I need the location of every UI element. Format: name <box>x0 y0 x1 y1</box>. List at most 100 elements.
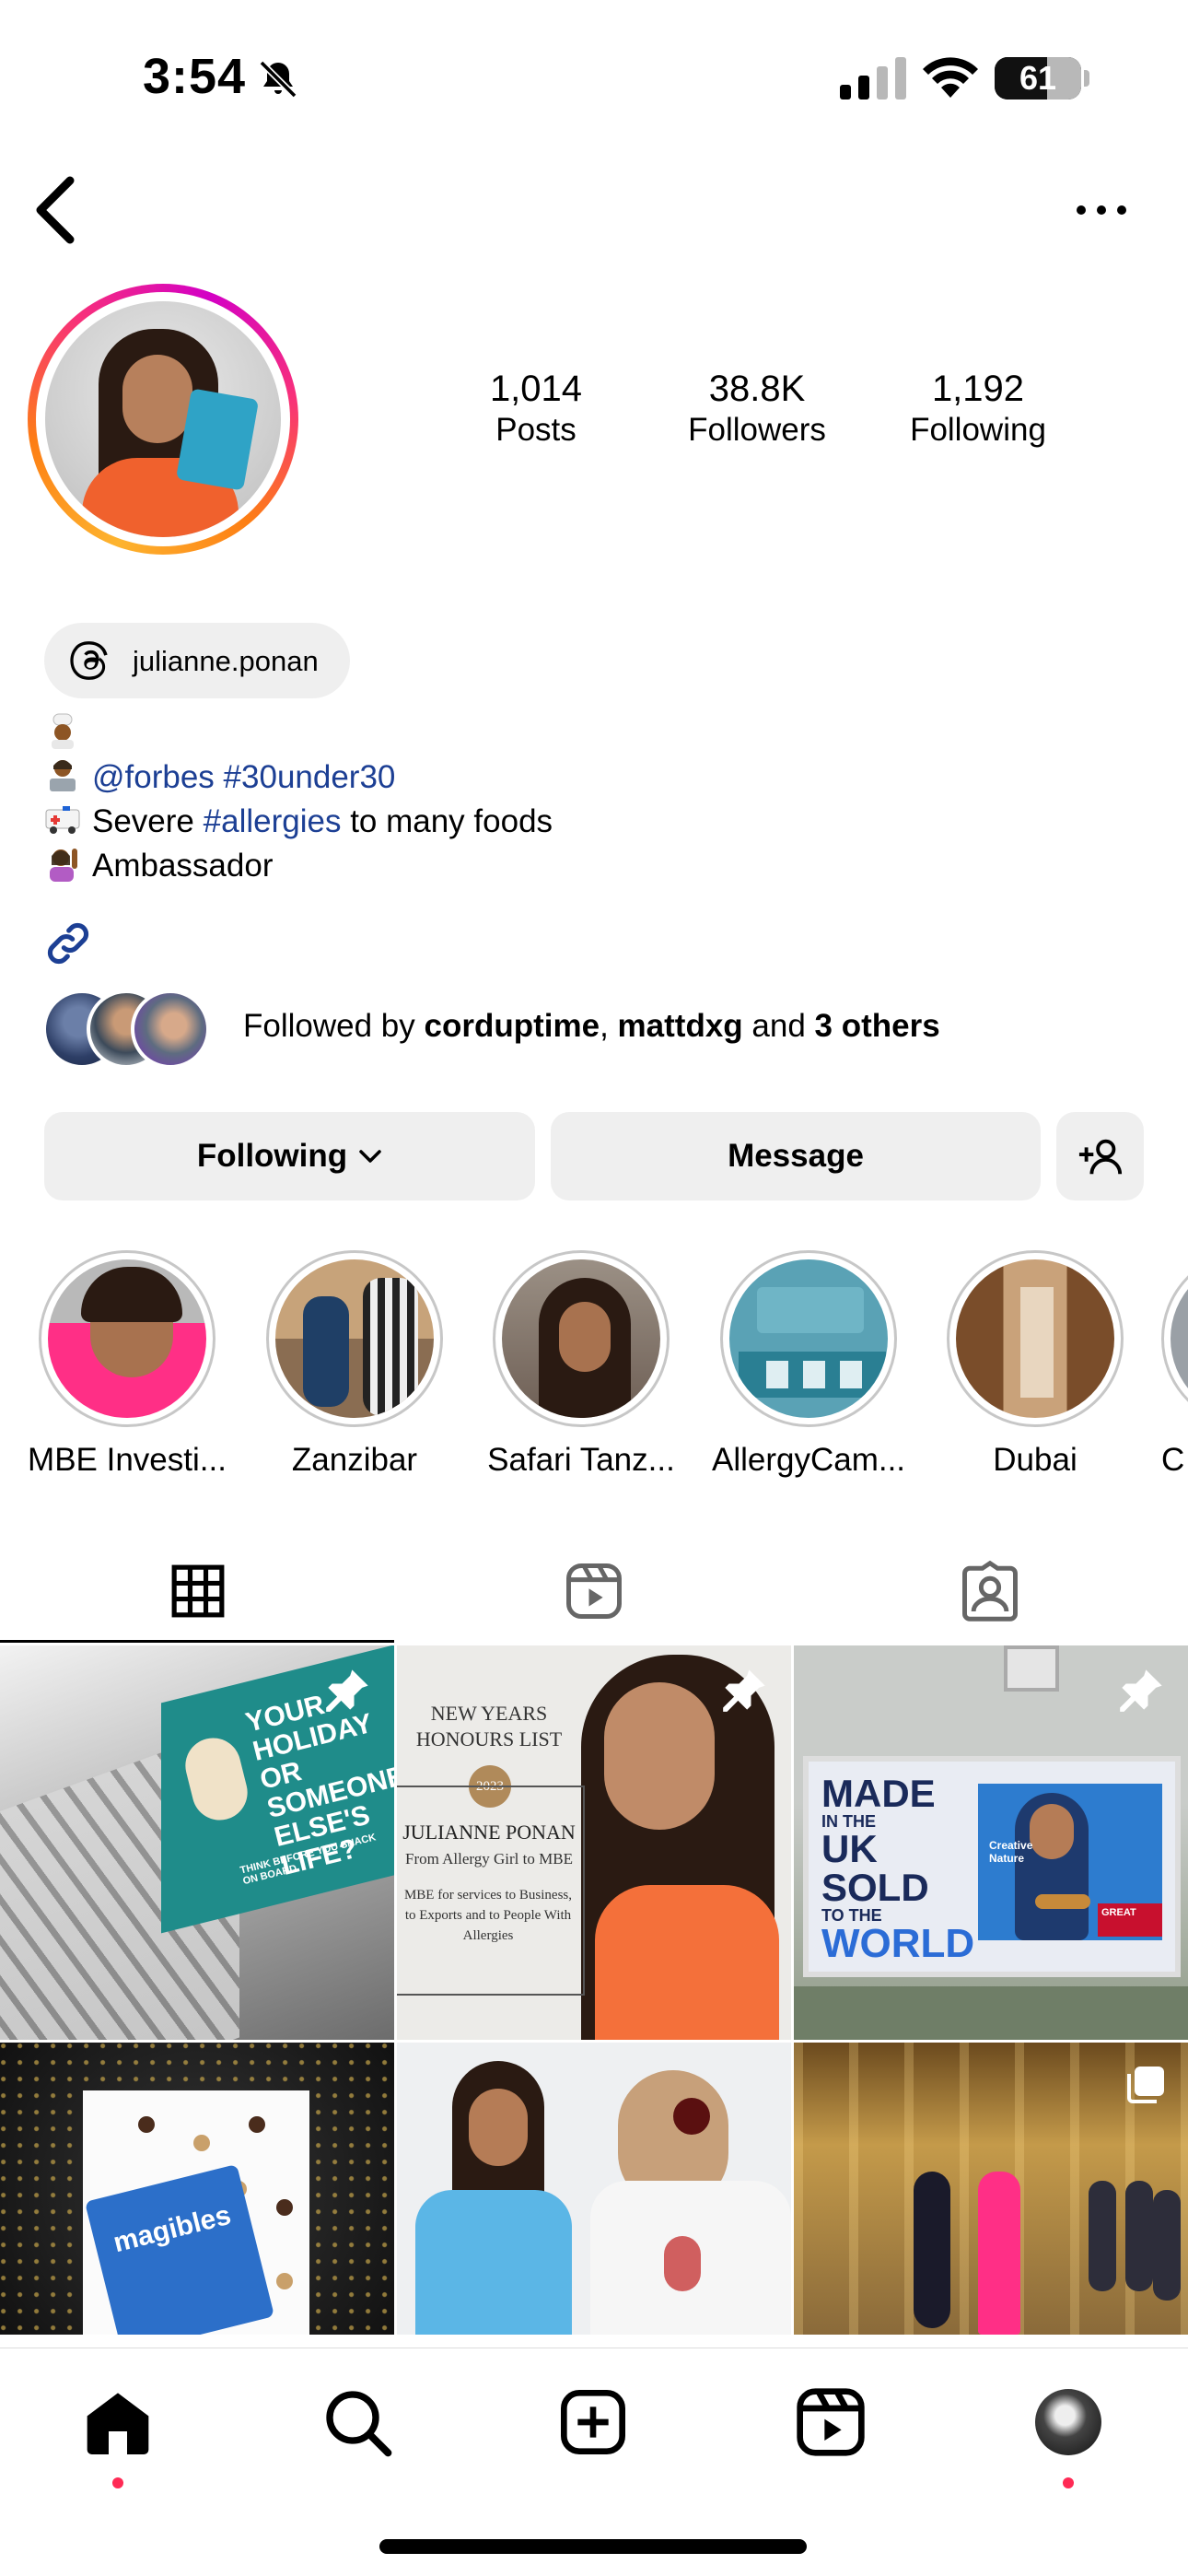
tab-tagged[interactable] <box>792 1540 1188 1642</box>
mutual-others: 3 others <box>814 1008 940 1044</box>
mutual-user-2: mattdxg <box>617 1008 743 1044</box>
technologist-emoji-icon <box>44 756 85 793</box>
hashtag-allergies-link[interactable]: #allergies <box>204 803 342 839</box>
battery-percentage: 61 <box>1019 59 1057 97</box>
bio-line-3: Severe #allergies to many foods <box>44 800 1149 844</box>
search-icon[interactable] <box>320 2385 394 2459</box>
link-icon[interactable] <box>42 918 94 969</box>
highlight-mbe[interactable]: MBE Investi... <box>26 1250 228 1479</box>
post-tile-2[interactable]: NEW YEARS HONOURS LIST 2023 JULIANNE PON… <box>397 1645 791 2040</box>
post-3-world: WORLD <box>821 1921 975 1966</box>
cellular-signal-icon <box>840 57 906 100</box>
home-notification-dot <box>112 2477 123 2488</box>
following-button-label: Following <box>196 1138 348 1174</box>
stat-following[interactable]: 1,192 Following <box>877 369 1079 449</box>
threads-icon <box>70 641 108 680</box>
more-options-icon[interactable] <box>1068 190 1135 230</box>
back-arrow-icon[interactable] <box>29 173 81 247</box>
mutual-and: and <box>751 1008 806 1044</box>
chef-emoji-icon <box>44 712 85 749</box>
battery-icon: 61 <box>995 57 1081 100</box>
profile-notification-dot <box>1063 2477 1074 2488</box>
carousel-icon <box>1127 2067 1164 2103</box>
highlight-zanzibar[interactable]: Zanzibar <box>253 1250 456 1479</box>
post-3-uk: UK <box>821 1827 878 1870</box>
hashtag-30under30-link[interactable]: #30under30 <box>224 759 396 795</box>
highlight-partial[interactable]: C <box>1161 1250 1188 1479</box>
tab-active-indicator <box>0 1640 394 1643</box>
stat-posts-label: Posts <box>495 412 577 448</box>
bio-allergies-suffix: to many foods <box>350 803 553 839</box>
chevron-down-icon <box>359 1150 381 1163</box>
message-button[interactable]: Message <box>551 1112 1041 1200</box>
message-button-label: Message <box>728 1138 864 1174</box>
followed-by-prefix: Followed by <box>243 1008 415 1044</box>
bio-allergies-prefix: Severe <box>92 803 194 839</box>
highlight-label: Dubai <box>993 1442 1077 1478</box>
bell-off-icon <box>259 60 297 99</box>
post-tile-5[interactable] <box>397 2043 791 2335</box>
following-button[interactable]: Following <box>44 1112 535 1200</box>
highlight-allergycam[interactable]: AllergyCam... <box>707 1250 910 1479</box>
post-2-description: MBE for services to Business, to Exports… <box>403 1888 573 1943</box>
wifi-icon <box>923 57 978 98</box>
stat-followers-value: 38.8K <box>708 369 806 409</box>
highlight-image <box>729 1259 888 1418</box>
create-post-icon[interactable] <box>556 2385 630 2459</box>
profile-tab-avatar[interactable] <box>1035 2389 1101 2455</box>
tab-reels[interactable] <box>396 1540 792 1642</box>
post-2-title: NEW YEARS HONOURS LIST <box>415 1702 563 1751</box>
ambulance-emoji-icon <box>44 801 85 837</box>
mutual-followers-avatars[interactable] <box>42 989 227 1069</box>
bio-line-4: Ambassador <box>44 844 1149 888</box>
forbes-mention-link[interactable]: @forbes <box>92 759 215 795</box>
status-time: 3:54 <box>143 49 247 104</box>
stat-following-label: Following <box>910 412 1046 448</box>
home-indicator <box>379 2539 807 2554</box>
highlight-image <box>502 1259 660 1418</box>
grid-icon <box>171 1564 225 1618</box>
profile-photo <box>45 301 281 537</box>
post-3-slogan: MADE IN THE UK SOLD TO THE WORLD <box>821 1772 975 1966</box>
followed-by-text[interactable]: Followed by corduptime, mattdxg and 3 ot… <box>243 1008 940 1045</box>
avatar <box>131 989 210 1069</box>
stat-followers[interactable]: 38.8K Followers <box>656 369 858 449</box>
highlight-image <box>1171 1259 1188 1418</box>
highlight-safari[interactable]: Safari Tanz... <box>480 1250 682 1479</box>
reels-nav-icon[interactable] <box>794 2385 868 2459</box>
bio-line-2: @forbes #30under30 <box>44 755 1149 800</box>
pin-icon <box>723 1669 765 1712</box>
highlight-label: C <box>1161 1442 1185 1478</box>
highlight-label: Safari Tanz... <box>487 1442 675 1478</box>
pin-icon <box>326 1669 368 1712</box>
profile-avatar[interactable] <box>28 284 298 555</box>
stat-posts[interactable]: 1,014 Posts <box>435 369 637 449</box>
post-tile-1[interactable]: YOUR HOLIDAY OR SOMEONE ELSE'S LIFE? THI… <box>0 1645 394 2040</box>
highlight-image <box>48 1259 206 1418</box>
highlight-label: MBE Investi... <box>28 1442 227 1478</box>
reels-icon <box>566 1563 622 1619</box>
threads-handle: julianne.ponan <box>133 645 319 677</box>
stat-following-value: 1,192 <box>931 369 1025 409</box>
post-3-flag-label: GREAT <box>1098 1903 1162 1937</box>
status-bar: 3:54 61 <box>0 0 1188 157</box>
post-2-subtitle: From Allergy Girl to MBE <box>405 1850 573 1868</box>
stat-followers-label: Followers <box>688 412 826 448</box>
post-3-sold: SOLD <box>821 1866 929 1909</box>
highlight-dubai[interactable]: Dubai <box>934 1250 1136 1479</box>
bio-line-1 <box>44 711 1149 755</box>
home-icon[interactable] <box>81 2385 155 2459</box>
post-tile-6[interactable] <box>794 2043 1188 2335</box>
post-tile-4[interactable]: magibles <box>0 2043 394 2335</box>
pin-icon <box>1120 1669 1162 1712</box>
mutual-user-1: corduptime <box>424 1008 600 1044</box>
add-user-button[interactable] <box>1056 1112 1144 1200</box>
post-tile-3[interactable]: MADE IN THE UK SOLD TO THE WORLD Creativ… <box>794 1645 1188 2040</box>
threads-badge[interactable]: julianne.ponan <box>44 623 350 698</box>
stat-posts-value: 1,014 <box>489 369 583 409</box>
highlight-image <box>956 1259 1114 1418</box>
mutual-separator: , <box>600 1008 609 1044</box>
post-3-made: MADE <box>821 1772 936 1815</box>
post-2-name: JULIANNE PONAN <box>402 1821 576 1844</box>
tab-grid-posts[interactable] <box>0 1540 396 1642</box>
